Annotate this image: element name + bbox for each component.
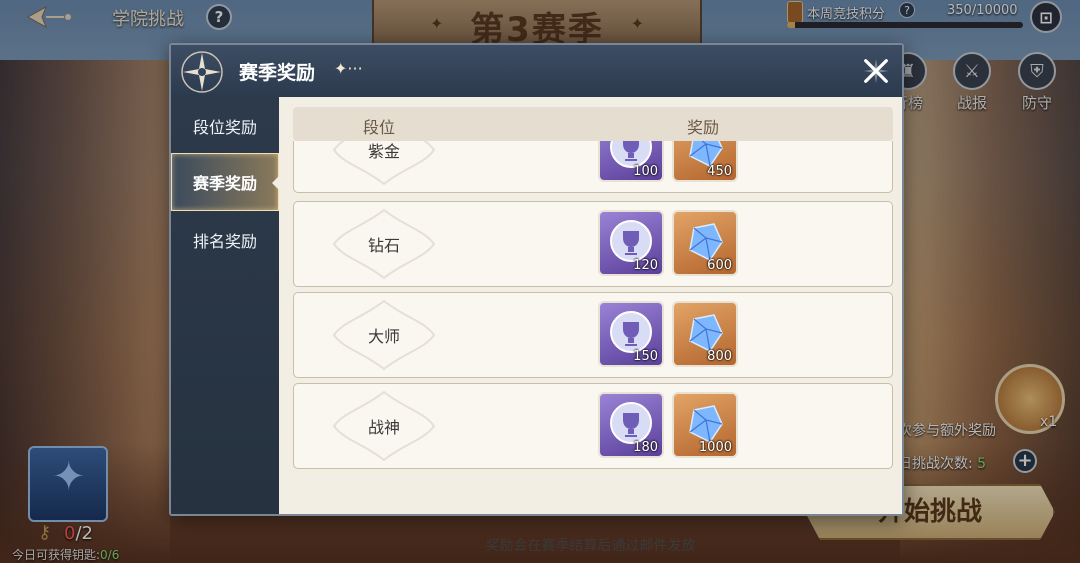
gem-reward[interactable]: 450 [672,141,738,182]
dialog-header: 赛季奖励 ✦··· [171,45,902,97]
title-ornament: ✦··· [334,59,363,78]
medal-reward[interactable]: 120 [598,210,664,276]
gem-amount: 1000 [698,440,732,455]
dialog-side-nav: 段位奖励 赛季奖励 排名奖励 [171,97,279,514]
gem-amount: 800 [707,349,732,364]
gem-reward[interactable]: 600 [672,210,738,276]
table-row: 紫金 100 450 [293,141,893,193]
column-header-reward: 奖励 [687,118,720,137]
active-tab-arrow-icon [272,176,279,190]
gem-reward[interactable]: 800 [672,301,738,367]
gem-reward[interactable]: 1000 [672,392,738,458]
column-header-tier: 段位 [363,118,396,137]
reward-table: 段位 奖励 紫金 100 450 钻石 120 600 大师 150 800 战… [279,97,902,554]
tab-ranking-rewards[interactable]: 排名奖励 [171,211,279,269]
table-header: 段位 奖励 [293,107,893,141]
tab-tier-rewards[interactable]: 段位奖励 [171,97,279,155]
gem-amount: 450 [707,164,732,179]
medal-amount: 180 [633,440,658,455]
season-reward-dialog: 赛季奖励 ✦··· 段位奖励 赛季奖励 排名奖励 段位 奖励 紫金 100 45… [169,43,904,554]
medal-amount: 150 [633,349,658,364]
medal-amount: 120 [633,258,658,273]
tab-season-rewards-label: 赛季奖励 [192,174,257,193]
medal-reward[interactable]: 150 [598,301,664,367]
gem-amount: 600 [707,258,732,273]
medal-reward[interactable]: 180 [598,392,664,458]
tab-season-rewards[interactable]: 赛季奖励 [171,153,279,211]
tier-name: 钻石 [367,236,400,255]
compass-emblem-icon [181,51,223,93]
medal-reward[interactable]: 100 [598,141,664,182]
table-row: 战神 180 1000 [293,383,893,469]
table-row: 钻石 120 600 [293,201,893,287]
tier-name: 大师 [367,327,400,346]
close-button[interactable] [860,55,892,87]
mail-delivery-note: 奖励会在赛季结算后通过邮件发放 [485,538,696,554]
tier-name: 紫金 [367,142,400,161]
table-row: 大师 150 800 [293,292,893,378]
medal-amount: 100 [633,164,658,179]
close-icon [863,58,889,84]
dialog-title: 赛季奖励 [239,62,316,84]
tier-name: 战神 [367,418,400,437]
reward-list-scroll[interactable]: 紫金 100 450 钻石 120 600 大师 150 800 战神 180 … [293,141,893,471]
